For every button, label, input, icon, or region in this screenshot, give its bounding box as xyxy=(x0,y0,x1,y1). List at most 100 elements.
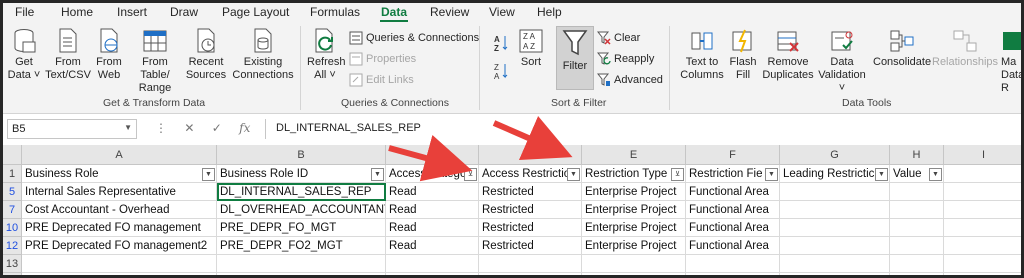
consolidate-button[interactable]: Consolidate xyxy=(873,28,931,69)
filter-active-icon[interactable]: ⊻ xyxy=(464,168,477,181)
properties-button[interactable]: Properties xyxy=(349,52,416,66)
empty-cell[interactable] xyxy=(217,273,386,275)
row-header[interactable]: 5 xyxy=(3,183,22,201)
data-cell[interactable]: Read xyxy=(386,201,479,219)
recent-sources-button[interactable]: Recent Sources xyxy=(185,28,227,82)
empty-cell[interactable] xyxy=(944,255,1021,273)
header-cell[interactable]: Business Role ID xyxy=(217,165,386,183)
data-cell[interactable]: Enterprise Project xyxy=(582,183,686,201)
data-validation-button[interactable]: Data Validation ˅ xyxy=(816,28,868,95)
insert-function-icon[interactable]: fx xyxy=(239,121,250,135)
tab-page-layout[interactable]: Page Layout xyxy=(222,5,289,19)
data-cell[interactable] xyxy=(890,237,944,255)
tab-home[interactable]: Home xyxy=(61,5,93,19)
data-cell[interactable] xyxy=(944,219,1021,237)
from-table-range-button[interactable]: From Table/ Range xyxy=(127,28,183,95)
sort-ascending-button[interactable]: AZ xyxy=(493,34,509,52)
filter-dropdown-icon[interactable]: ▼ xyxy=(371,168,384,181)
column-header-e[interactable]: E xyxy=(582,145,686,165)
remove-duplicates-button[interactable]: Remove Duplicates xyxy=(761,28,815,82)
data-cell[interactable]: Functional Area xyxy=(686,183,780,201)
flash-fill-button[interactable]: Flash Fill xyxy=(729,28,757,82)
relationships-button[interactable]: Relationships xyxy=(932,28,998,69)
data-cell[interactable]: PRE Deprecated FO management xyxy=(22,219,217,237)
data-cell[interactable]: DL_INTERNAL_SALES_REP xyxy=(217,183,386,201)
filter-dropdown-icon[interactable]: ▼ xyxy=(929,168,942,181)
empty-cell[interactable] xyxy=(386,273,479,275)
edit-links-button[interactable]: Edit Links xyxy=(349,73,414,87)
data-cell[interactable]: Enterprise Project xyxy=(582,237,686,255)
row-header[interactable]: 14 xyxy=(3,273,22,275)
empty-cell[interactable] xyxy=(890,273,944,275)
get-data-button[interactable]: Get Data ˅ xyxy=(7,28,41,82)
data-cell[interactable] xyxy=(890,201,944,219)
data-cell[interactable]: Read xyxy=(386,237,479,255)
sort-descending-button[interactable]: ZA xyxy=(493,62,509,80)
column-header-b[interactable]: B xyxy=(217,145,386,165)
header-cell[interactable] xyxy=(944,165,1021,183)
sort-button[interactable]: Z AA Z Sort xyxy=(516,28,546,69)
data-cell[interactable] xyxy=(780,183,890,201)
empty-cell[interactable] xyxy=(582,255,686,273)
data-cell[interactable] xyxy=(944,201,1021,219)
data-cell[interactable] xyxy=(944,237,1021,255)
row-header[interactable]: 1 xyxy=(3,165,22,183)
data-cell[interactable]: Functional Area xyxy=(686,201,780,219)
from-web-button[interactable]: From Web xyxy=(94,28,124,82)
row-header[interactable]: 12 xyxy=(3,237,22,255)
data-cell[interactable]: Cost Accountant - Overhead xyxy=(22,201,217,219)
clear-filter-button[interactable]: Clear xyxy=(597,31,640,45)
header-cell[interactable]: Leading Restrictic xyxy=(780,165,890,183)
data-cell[interactable] xyxy=(780,219,890,237)
empty-cell[interactable] xyxy=(890,255,944,273)
data-cell[interactable]: Restricted xyxy=(479,237,582,255)
filter-dropdown-icon[interactable]: ▼ xyxy=(567,168,580,181)
text-to-columns-button[interactable]: Text to Columns xyxy=(678,28,726,82)
existing-connections-button[interactable]: Existing Connections xyxy=(231,28,295,82)
data-cell[interactable]: Restricted xyxy=(479,201,582,219)
column-header-d[interactable]: D xyxy=(479,145,582,165)
data-cell[interactable] xyxy=(890,183,944,201)
column-header-g[interactable]: G xyxy=(780,145,890,165)
data-cell[interactable]: DL_OVERHEAD_ACCOUNTANT xyxy=(217,201,386,219)
enter-icon[interactable]: ✓ xyxy=(212,121,222,135)
data-cell[interactable]: Read xyxy=(386,183,479,201)
empty-cell[interactable] xyxy=(386,255,479,273)
empty-cell[interactable] xyxy=(582,273,686,275)
tab-draw[interactable]: Draw xyxy=(170,5,198,19)
tab-formulas[interactable]: Formulas xyxy=(310,5,360,19)
row-header[interactable]: 7 xyxy=(3,201,22,219)
tab-help[interactable]: Help xyxy=(537,5,562,19)
data-cell[interactable]: PRE Deprecated FO management2 xyxy=(22,237,217,255)
empty-cell[interactable] xyxy=(944,273,1021,275)
data-cell[interactable]: Enterprise Project xyxy=(582,201,686,219)
empty-cell[interactable] xyxy=(479,273,582,275)
data-cell[interactable] xyxy=(780,237,890,255)
data-cell[interactable]: Enterprise Project xyxy=(582,219,686,237)
data-cell[interactable] xyxy=(890,219,944,237)
cancel-icon[interactable]: ✕ xyxy=(184,121,194,135)
tab-view[interactable]: View xyxy=(489,5,515,19)
filter-dropdown-icon[interactable]: ▼ xyxy=(765,168,778,181)
filter-dropdown-icon[interactable]: ▼ xyxy=(202,168,215,181)
data-cell[interactable]: PRE_DEPR_FO_MGT xyxy=(217,219,386,237)
formula-input[interactable]: DL_INTERNAL_SALES_REP xyxy=(265,119,1017,139)
filter-dropdown-icon[interactable]: ▼ xyxy=(875,168,888,181)
from-text-csv-button[interactable]: From Text/CSV xyxy=(45,28,91,82)
empty-cell[interactable] xyxy=(22,255,217,273)
reapply-button[interactable]: Reapply xyxy=(597,52,654,66)
empty-cell[interactable] xyxy=(479,255,582,273)
tab-review[interactable]: Review xyxy=(430,5,469,19)
data-cell[interactable]: Restricted xyxy=(479,219,582,237)
data-cell[interactable]: Functional Area xyxy=(686,237,780,255)
queries-connections-button[interactable]: Queries & Connections xyxy=(349,31,479,45)
advanced-filter-button[interactable]: Advanced xyxy=(597,73,663,87)
empty-cell[interactable] xyxy=(780,255,890,273)
header-cell[interactable]: Business Role xyxy=(22,165,217,183)
data-cell[interactable] xyxy=(944,183,1021,201)
empty-cell[interactable] xyxy=(686,273,780,275)
column-header-h[interactable]: H xyxy=(890,145,944,165)
column-header-i[interactable]: I xyxy=(944,145,1021,165)
data-cell[interactable]: Read xyxy=(386,219,479,237)
data-cell[interactable]: Restricted xyxy=(479,183,582,201)
